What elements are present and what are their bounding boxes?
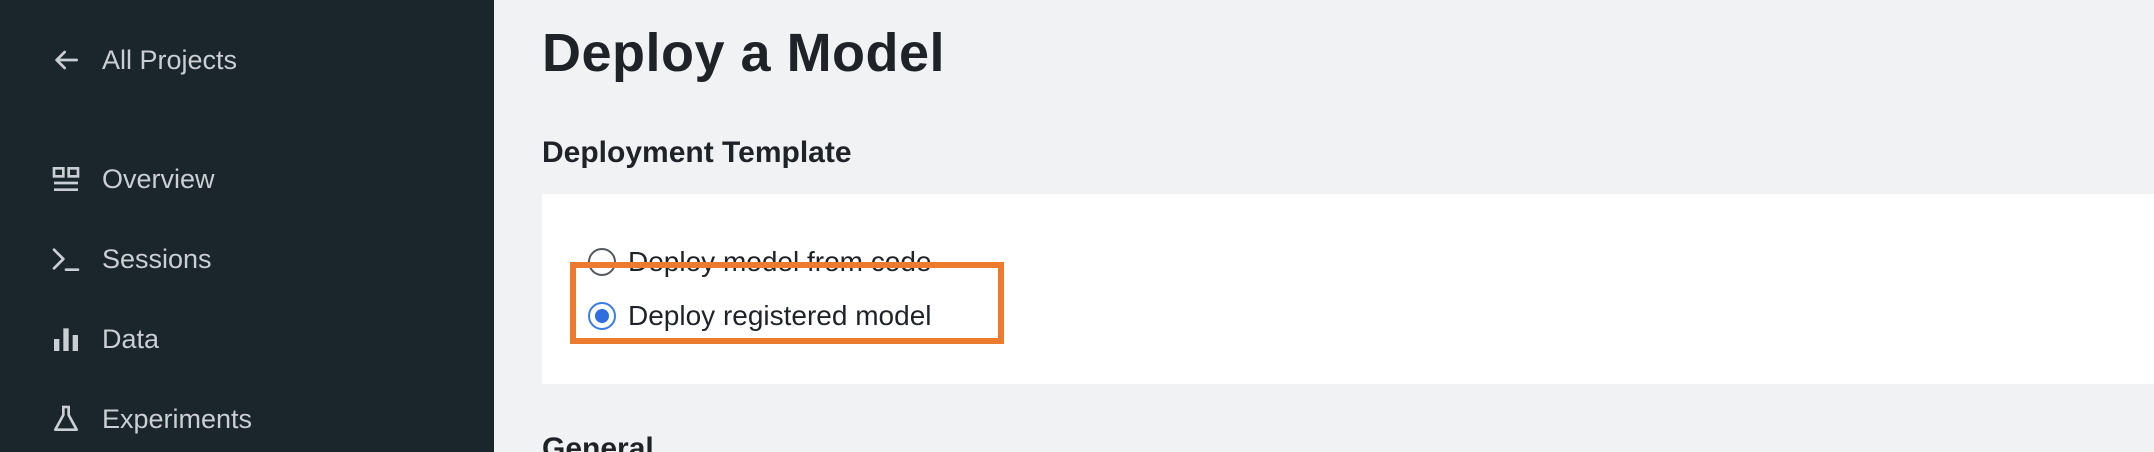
option-label: Deploy registered model — [628, 300, 932, 331]
bar-chart-icon — [48, 321, 84, 357]
sidebar-item-label: Data — [102, 323, 160, 354]
arrow-left-icon — [48, 42, 84, 78]
option-label: Deploy model from code — [628, 246, 932, 277]
all-projects-link[interactable]: All Projects — [48, 40, 237, 80]
sidebar-item-label: Overview — [102, 163, 215, 194]
sidebar-item-data[interactable]: Data — [48, 319, 159, 359]
deploy-from-code-option[interactable]: Deploy model from code — [588, 246, 931, 278]
sidebar-item-label: Sessions — [102, 243, 212, 274]
sidebar-item-label: Experiments — [102, 403, 253, 434]
deployment-template-heading: Deployment Template — [542, 136, 852, 169]
terminal-icon — [48, 241, 84, 277]
radio-button-selected[interactable] — [588, 302, 616, 330]
all-projects-label: All Projects — [102, 44, 238, 75]
sidebar-item-sessions[interactable]: Sessions — [48, 239, 212, 279]
sidebar-item-overview[interactable]: Overview — [48, 159, 215, 199]
deployment-template-card: Deploy model from code Deploy registered… — [542, 194, 2154, 384]
general-heading: General — [542, 432, 654, 452]
main-content: Deploy a Model Deployment Template Deplo… — [494, 0, 2154, 452]
deploy-registered-model-option[interactable]: Deploy registered model — [570, 262, 1004, 344]
sidebar-item-experiments[interactable]: Experiments — [48, 399, 252, 439]
flask-icon — [48, 401, 84, 437]
radio-button[interactable] — [588, 248, 616, 276]
sidebar: All Projects Overview Sessions Data Expe… — [0, 0, 494, 452]
overview-icon — [48, 161, 84, 197]
page-title: Deploy a Model — [542, 23, 946, 83]
